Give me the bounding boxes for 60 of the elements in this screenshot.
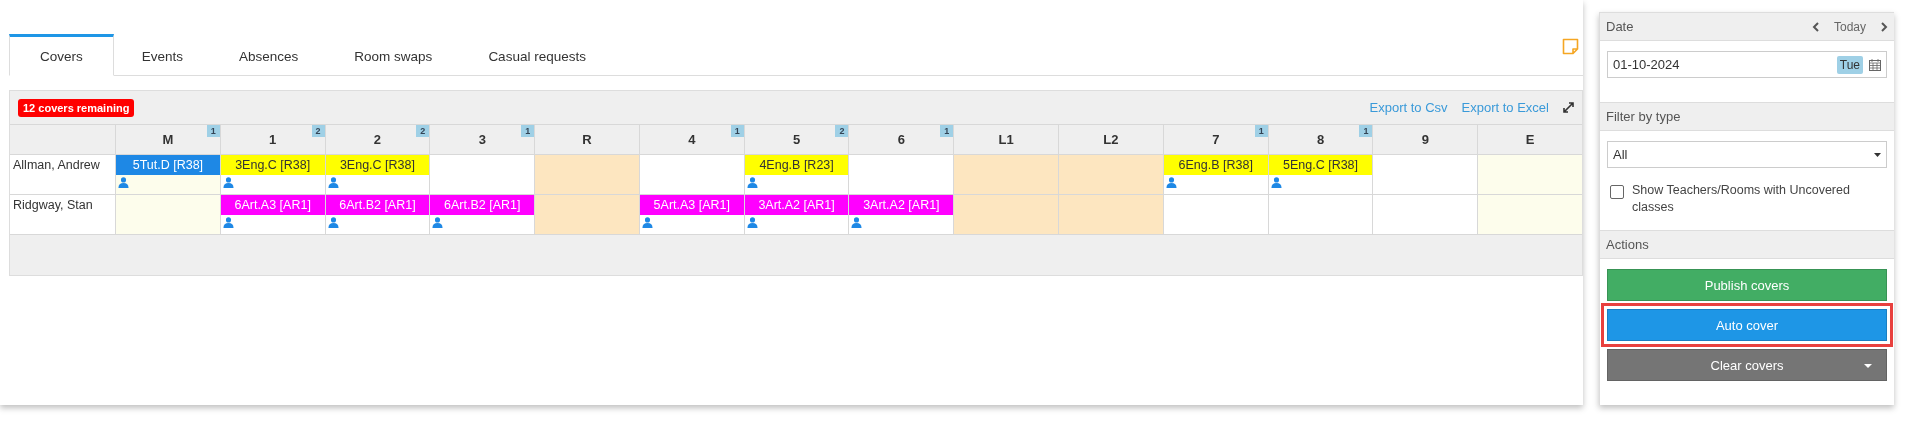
caret-icon[interactable] (1864, 364, 1872, 368)
lesson-label[interactable]: 4Eng.B [R23] (744, 155, 849, 175)
covers-remaining-badge: 12 covers remaining (18, 98, 135, 117)
expand-icon[interactable] (1563, 102, 1574, 113)
lesson-label[interactable]: 6Art.B2 [AR1] (430, 195, 535, 215)
export-link[interactable]: Export to Csv (1369, 100, 1448, 115)
count-badge: 1 (730, 125, 744, 137)
tab[interactable]: Absences (211, 34, 327, 76)
person-icon (1270, 177, 1282, 188)
caret-icon (1874, 152, 1881, 157)
person-icon (327, 217, 339, 228)
tab[interactable]: Covers (9, 34, 114, 76)
tab[interactable]: Room swaps (326, 34, 461, 76)
person-icon (118, 177, 129, 188)
lesson-label[interactable]: 3Art.A2 [AR1] (744, 195, 849, 215)
weekday-badge: Tue (1836, 55, 1863, 74)
person-icon (746, 177, 758, 188)
next-icon[interactable] (1880, 21, 1888, 32)
section-title: Filter by type (1606, 109, 1681, 124)
checkbox[interactable] (1610, 185, 1624, 199)
tab[interactable]: Events (113, 34, 212, 76)
lesson-label[interactable]: 5Eng.C [R38] (1268, 155, 1373, 175)
person-icon (851, 217, 863, 228)
date-field[interactable]: 01-10-2024 Tue (1607, 51, 1887, 78)
person-icon (1165, 177, 1177, 188)
type-select[interactable]: All (1607, 141, 1887, 168)
person-icon (222, 217, 234, 228)
count-badge: 1 (1359, 125, 1373, 137)
person-icon (641, 217, 653, 228)
action-button[interactable]: Publish covers (1607, 269, 1887, 301)
lesson-label[interactable]: 6Eng.B [R38] (1163, 155, 1268, 175)
lesson-label[interactable]: 6Art.B2 [AR1] (325, 195, 430, 215)
today-button[interactable]: Today (1827, 18, 1872, 35)
lesson-label[interactable]: 5Tut.D [R38] (116, 155, 220, 175)
count-badge: 1 (206, 125, 220, 137)
count-badge: 2 (311, 125, 325, 137)
tab[interactable]: Casual requests (460, 34, 614, 76)
lesson-label[interactable]: 3Eng.C [R38] (220, 155, 325, 175)
count-badge: 1 (940, 125, 954, 137)
lesson-label[interactable]: 5Art.A3 [AR1] (639, 195, 744, 215)
export-link[interactable]: Export to Excel (1461, 100, 1549, 115)
section-title: Actions (1606, 237, 1649, 252)
teacher-name: Ridgway, Stan (10, 194, 115, 234)
person-icon (746, 217, 758, 228)
checkbox-label: Show Teachers/Rooms with Uncovered classes (1632, 182, 1851, 216)
person-icon (327, 177, 339, 188)
lesson-label[interactable]: 3Eng.C [R38] (325, 155, 430, 175)
section-title: Date (1606, 19, 1634, 34)
previous-icon[interactable] (1811, 21, 1820, 32)
count-badge: 1 (1254, 125, 1268, 137)
person-icon (222, 177, 234, 188)
person-icon (432, 217, 444, 228)
count-badge: 2 (416, 125, 430, 137)
count-badge: 1 (521, 125, 535, 137)
lesson-label[interactable]: 3Art.A2 [AR1] (849, 195, 954, 215)
teacher-name: Allman, Andrew (10, 154, 115, 194)
calendar-icon[interactable] (1869, 58, 1881, 71)
lesson-label[interactable]: 6Art.A3 [AR1] (220, 195, 325, 215)
count-badge: 2 (835, 125, 849, 137)
action-button[interactable]: Clear covers (1607, 349, 1887, 381)
